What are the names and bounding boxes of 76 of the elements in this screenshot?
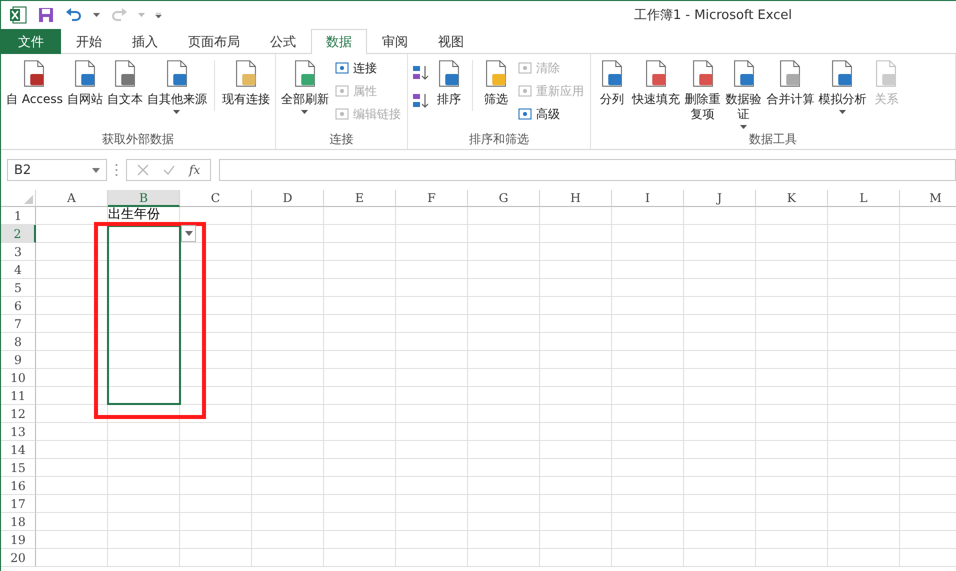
group-label: 数据工具: [748, 131, 798, 148]
undo-icon[interactable]: [65, 6, 83, 24]
column-header[interactable]: K: [756, 190, 828, 207]
column-header[interactable]: D: [252, 190, 324, 207]
column-header[interactable]: H: [540, 190, 612, 207]
group-label: 获取外部数据: [100, 131, 175, 148]
ribbon-tab[interactable]: 审阅: [367, 29, 423, 54]
small-tool-icon: [516, 106, 533, 122]
column-header[interactable]: J: [684, 190, 756, 207]
formula-input[interactable]: [219, 159, 956, 181]
group-label: 连接: [328, 131, 354, 148]
insert-function-button[interactable]: fx: [189, 163, 200, 177]
ribbon-tab[interactable]: 开始: [61, 29, 117, 54]
column-header[interactable]: F: [396, 190, 468, 207]
ribbon-button[interactable]: 高级: [514, 104, 586, 124]
small-tool-icon: [334, 60, 350, 76]
ribbon-button[interactable]: 现有连接: [220, 56, 271, 109]
ribbon-tab[interactable]: 文件: [1, 29, 61, 54]
column-header[interactable]: B: [108, 190, 180, 207]
column-header[interactable]: E: [324, 190, 396, 207]
customize-icon[interactable]: [155, 12, 162, 18]
row-header[interactable]: 2: [1, 225, 36, 243]
ribbon-button[interactable]: 自 Access: [5, 56, 64, 109]
selected-cell[interactable]: [107, 297, 181, 315]
ribbon-tab[interactable]: 数据: [311, 29, 367, 54]
selected-cell[interactable]: [107, 333, 181, 351]
caret-icon[interactable]: [93, 12, 100, 18]
small-tool-icon: [334, 83, 350, 99]
column-header[interactable]: G: [468, 190, 540, 207]
selected-cell[interactable]: [107, 315, 181, 333]
caret-icon[interactable]: [92, 168, 100, 172]
ribbon-tab[interactable]: 插入: [117, 29, 173, 54]
sort-ascending-icon[interactable]: [412, 64, 430, 82]
ribbon-button[interactable]: 自其他来源: [146, 56, 208, 116]
selected-cell[interactable]: [107, 351, 181, 369]
ribbon-button[interactable]: 模拟分析: [817, 56, 868, 116]
ribbon-button[interactable]: 全部刷新: [280, 56, 330, 116]
ribbon-button[interactable]: 删除重复项: [682, 56, 722, 124]
selected-cell[interactable]: [107, 279, 181, 297]
ribbon-button[interactable]: 数据验证: [724, 56, 764, 131]
check-icon[interactable]: [163, 164, 175, 176]
ribbon-button[interactable]: 排序: [432, 56, 466, 109]
ribbon-tab[interactable]: 视图: [423, 29, 479, 54]
column-header[interactable]: A: [36, 190, 108, 207]
column-header[interactable]: C: [180, 190, 252, 207]
small-tool-icon: [516, 83, 533, 99]
column-header[interactable]: I: [612, 190, 684, 207]
triangle-icon: [24, 195, 33, 204]
ribbon-button[interactable]: 分列: [594, 56, 629, 109]
window-title: 工作簿1 - Microsoft Excel: [634, 7, 792, 24]
small-tool-icon: [516, 60, 533, 76]
ribbon-tab[interactable]: 公式: [255, 29, 311, 54]
ribbon-button[interactable]: 连接: [332, 58, 403, 78]
selected-cell[interactable]: [107, 387, 181, 405]
ribbon-tab[interactable]: 页面布局: [173, 29, 255, 54]
drag-handle-icon[interactable]: [115, 163, 118, 177]
small-tool-icon: [334, 106, 350, 122]
caret-icon: [184, 231, 192, 236]
dropdown-button[interactable]: [181, 225, 196, 242]
group-label: 排序和筛选: [468, 131, 530, 148]
ribbon-button[interactable]: 合并计算: [765, 56, 816, 109]
ribbon-button[interactable]: 筛选: [478, 56, 513, 109]
name-box[interactable]: B2: [7, 159, 107, 181]
ribbon-button[interactable]: 自文本: [106, 56, 144, 109]
selected-cell[interactable]: [107, 225, 181, 243]
ribbon-button[interactable]: 自网站: [66, 56, 104, 109]
selected-cell[interactable]: [107, 243, 181, 261]
column-header[interactable]: L: [828, 190, 900, 207]
selected-cell[interactable]: [107, 369, 181, 387]
sort-descending-icon[interactable]: [412, 92, 430, 110]
ribbon-button[interactable]: 快速填充: [630, 56, 681, 109]
save-icon[interactable]: [37, 6, 55, 24]
column-header[interactable]: M: [900, 190, 956, 207]
selected-cell[interactable]: [107, 261, 181, 279]
excel-logo-icon: [9, 6, 27, 24]
cell-text: 出生年份: [108, 207, 161, 224]
